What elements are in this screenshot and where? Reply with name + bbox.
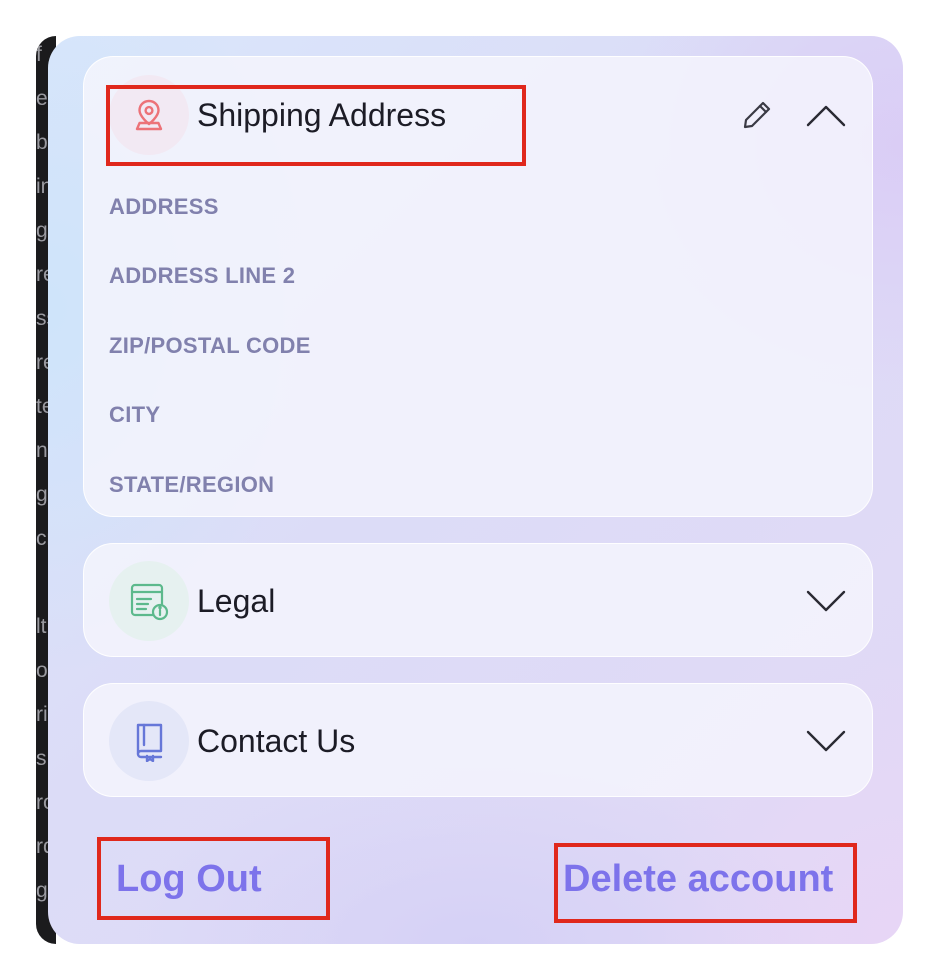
strip-text: ri bbox=[36, 703, 48, 726]
location-pin-icon bbox=[135, 99, 163, 131]
strip-text: s bbox=[36, 747, 47, 770]
delete-account-button[interactable]: Delete account bbox=[563, 858, 833, 901]
legal-title: Legal bbox=[197, 583, 276, 619]
expand-legal-button[interactable] bbox=[804, 584, 848, 618]
chevron-down-icon bbox=[806, 590, 846, 612]
strip-text: g bbox=[36, 483, 48, 506]
collapse-shipping-button[interactable] bbox=[804, 99, 848, 133]
zip-postal-code-label: ZIP/POSTAL CODE bbox=[109, 333, 311, 358]
contact-icon-badge bbox=[109, 701, 189, 781]
edit-address-button[interactable] bbox=[739, 97, 775, 133]
shipping-address-card: Shipping Address ADDRESS ADDRESS LINE 2 … bbox=[83, 56, 873, 517]
shipping-address-title[interactable]: Shipping Address bbox=[197, 97, 446, 134]
chevron-down-icon bbox=[806, 730, 846, 752]
city-label: CITY bbox=[109, 402, 161, 427]
legal-card[interactable]: Legal bbox=[83, 543, 873, 657]
address-label: ADDRESS bbox=[109, 194, 219, 219]
strip-text: f bbox=[36, 43, 42, 66]
legal-document-icon bbox=[130, 583, 169, 621]
legal-icon-badge bbox=[109, 561, 189, 641]
book-icon bbox=[136, 723, 163, 762]
chevron-up-icon bbox=[806, 105, 846, 127]
shipping-icon-badge bbox=[109, 75, 189, 155]
strip-text: lt bbox=[36, 615, 47, 638]
contact-us-card[interactable]: Contact Us bbox=[83, 683, 873, 797]
contact-us-title: Contact Us bbox=[197, 723, 356, 759]
strip-text: g bbox=[36, 879, 48, 902]
expand-contact-button[interactable] bbox=[804, 724, 848, 758]
pencil-icon bbox=[743, 101, 771, 129]
log-out-button[interactable]: Log Out bbox=[116, 858, 262, 901]
state-region-label: STATE/REGION bbox=[109, 472, 275, 497]
address-line-2-label: ADDRESS LINE 2 bbox=[109, 263, 296, 288]
